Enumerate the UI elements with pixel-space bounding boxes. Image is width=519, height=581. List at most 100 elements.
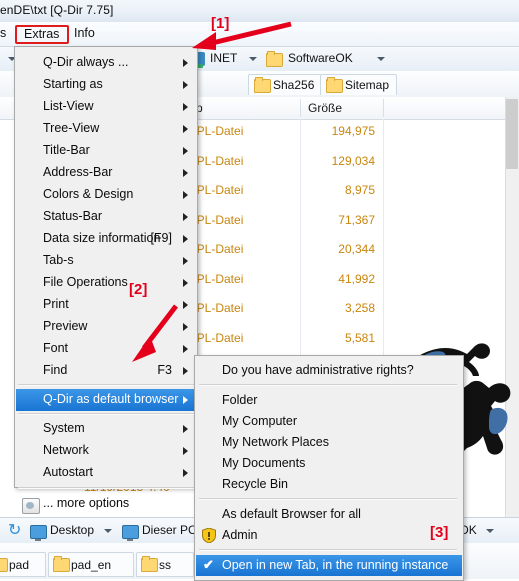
- file-size-cell: 5,581: [344, 330, 375, 345]
- menu-item-file-operations[interactable]: File Operations: [16, 272, 196, 294]
- menu-item-accelerator: F3: [157, 363, 172, 377]
- menu-item-label: Starting as: [43, 77, 103, 91]
- submenu-item-recycle-bin[interactable]: Recycle Bin: [196, 474, 462, 495]
- menu-item-q-dir-as-default-browser[interactable]: Q-Dir as default browser: [16, 389, 196, 411]
- menu-separator: [199, 549, 457, 551]
- menu-item-print[interactable]: Print: [16, 294, 196, 316]
- submenu-arrow-icon: [183, 367, 188, 375]
- menu-item-more-options[interactable]: ... more options: [16, 493, 196, 515]
- menu-item-label: Tree-View: [43, 121, 100, 135]
- extras-dropdown-menu[interactable]: Q-Dir always ... Starting as List-View Tree…: [14, 46, 198, 514]
- file-size-cell: 20,344: [338, 242, 375, 256]
- default-browser-submenu[interactable]: Do you have administrative rights? Folder…: [194, 355, 464, 581]
- submenu-arrow-icon: [183, 103, 188, 111]
- menu-item-network[interactable]: Network: [16, 440, 196, 462]
- addressbar-caret-icon-3[interactable]: [377, 57, 385, 61]
- menu-separator: [199, 384, 457, 386]
- menubar-item-previous[interactable]: s: [0, 26, 6, 40]
- address-segment-2[interactable]: SoftwareOK: [288, 51, 353, 65]
- menu-item-find[interactable]: Find F3: [16, 360, 196, 382]
- submenu-item-label: Open in new Tab, in the running instance: [222, 558, 449, 572]
- file-size-cell: 41,992: [338, 271, 375, 286]
- submenu-arrow-icon: [183, 396, 188, 404]
- bottom-addressbar-caret-icon[interactable]: [104, 529, 112, 533]
- file-size-cell: 194,975: [331, 124, 375, 138]
- submenu-item-my-documents[interactable]: My Documents: [196, 453, 462, 474]
- menu-item-address-bar[interactable]: Address-Bar: [16, 162, 196, 184]
- submenu-arrow-icon: [183, 59, 188, 67]
- window-titlebar: enDE\txt [Q-Dir 7.75]: [0, 0, 519, 22]
- folder-icon: [0, 558, 8, 572]
- refresh-icon[interactable]: ↻: [8, 523, 24, 539]
- bottom-tab-pad[interactable]: pad: [0, 552, 46, 577]
- submenu-item-my-computer[interactable]: My Computer: [196, 411, 462, 432]
- menu-item-label: Tab-s: [43, 253, 74, 267]
- file-type-cell: / PL-Datei: [190, 183, 244, 197]
- column-header-size[interactable]: Größe: [308, 101, 342, 115]
- menu-item-starting-as[interactable]: Starting as: [16, 74, 196, 96]
- bottom-tab-label: pad_en: [71, 558, 112, 572]
- menu-item-preview[interactable]: Preview: [16, 316, 196, 338]
- menu-item-data-size-information[interactable]: Data size information [F9]: [16, 228, 196, 250]
- menu-item-q-dir-always[interactable]: Q-Dir always ...: [16, 52, 196, 74]
- bottom-addressbar-caret-icon-2[interactable]: [486, 529, 494, 533]
- submenu-item-as-default-browser-for-all[interactable]: As default Browser for all: [196, 504, 462, 525]
- menu-item-tree-view[interactable]: Tree-View: [16, 118, 196, 140]
- menu-item-label: Address-Bar: [43, 165, 113, 179]
- addressbar-caret-icon-2[interactable]: [249, 57, 257, 61]
- menu-item-label: Q-Dir always ...: [43, 55, 129, 69]
- submenu-arrow-icon: [183, 257, 188, 265]
- file-type-cell: / PL-Datei: [190, 212, 244, 227]
- file-type-cell: / PL-Datei: [190, 301, 244, 315]
- submenu-arrow-icon: [183, 279, 188, 287]
- annotation-label-1: [1]: [211, 15, 230, 32]
- window-title: enDE\txt [Q-Dir 7.75]: [0, 3, 114, 17]
- submenu-item-folder[interactable]: Folder: [196, 390, 462, 411]
- menu-item-title-bar[interactable]: Title-Bar: [16, 140, 196, 162]
- column-divider[interactable]: [383, 99, 384, 117]
- menu-item-list-view[interactable]: List-View: [16, 96, 196, 118]
- menubar-item-info[interactable]: Info: [74, 26, 95, 40]
- file-size-cell: 71,367: [338, 212, 375, 227]
- folder-tab-sha256[interactable]: Sha256: [248, 74, 323, 95]
- submenu-item-label: My Computer: [222, 414, 298, 428]
- menu-separator: [18, 384, 194, 386]
- menu-item-system[interactable]: System: [16, 418, 196, 440]
- file-type-cell: / PL-Datei: [190, 271, 244, 286]
- bottom-tab-pad_en[interactable]: pad_en: [48, 552, 134, 577]
- address-segment-1[interactable]: INET: [210, 51, 237, 65]
- bottom-address-segment-0[interactable]: Desktop: [50, 523, 94, 537]
- options-icon: [22, 498, 40, 514]
- menu-item-font[interactable]: Font: [16, 338, 196, 360]
- menu-item-label: Data size information: [43, 231, 161, 245]
- menu-bar[interactable]: s Extras Info: [0, 22, 519, 47]
- bottom-tab-ss[interactable]: ss: [136, 552, 194, 577]
- menu-item-accelerator: [F9]: [150, 231, 172, 245]
- column-divider[interactable]: [300, 99, 301, 117]
- menu-item-autostart[interactable]: Autostart: [16, 462, 196, 484]
- menu-item-label: System: [43, 421, 85, 435]
- file-type-cell: / PL-Datei: [190, 330, 244, 345]
- submenu-item-label: Folder: [222, 393, 258, 407]
- shield-icon: [202, 528, 216, 543]
- vertical-scrollbar-thumb[interactable]: [506, 99, 518, 169]
- folder-tab-sitemap[interactable]: Sitemap: [320, 74, 398, 95]
- submenu-arrow-icon: [183, 235, 188, 243]
- menu-item-label: Find: [43, 363, 68, 377]
- folder-tab-label: Sitemap: [345, 78, 390, 92]
- submenu-item-label: My Documents: [222, 456, 306, 470]
- submenu-item-do-you-have-administrative-rights[interactable]: Do you have administrative rights?: [196, 360, 462, 381]
- menu-item-status-bar[interactable]: Status-Bar: [16, 206, 196, 228]
- submenu-item-open-in-new-tab-in-the-running-instance[interactable]: ✔ Open in new Tab, in the running instanc…: [196, 555, 462, 576]
- bottom-address-segment-1[interactable]: Dieser PC: [142, 523, 197, 537]
- submenu-arrow-icon: [183, 169, 188, 177]
- menu-separator: [18, 487, 194, 489]
- submenu-item-admin[interactable]: Admin: [196, 525, 462, 546]
- file-size-cell: 3,258: [344, 301, 375, 315]
- menu-item-tab-s[interactable]: Tab-s: [16, 250, 196, 272]
- menu-item-label: File Operations: [43, 275, 128, 289]
- monitor-icon: [30, 525, 47, 541]
- submenu-item-my-network-places[interactable]: My Network Places: [196, 432, 462, 453]
- menu-item-colors-design[interactable]: Colors & Design: [16, 184, 196, 206]
- bottom-tab-label: ss: [159, 558, 171, 572]
